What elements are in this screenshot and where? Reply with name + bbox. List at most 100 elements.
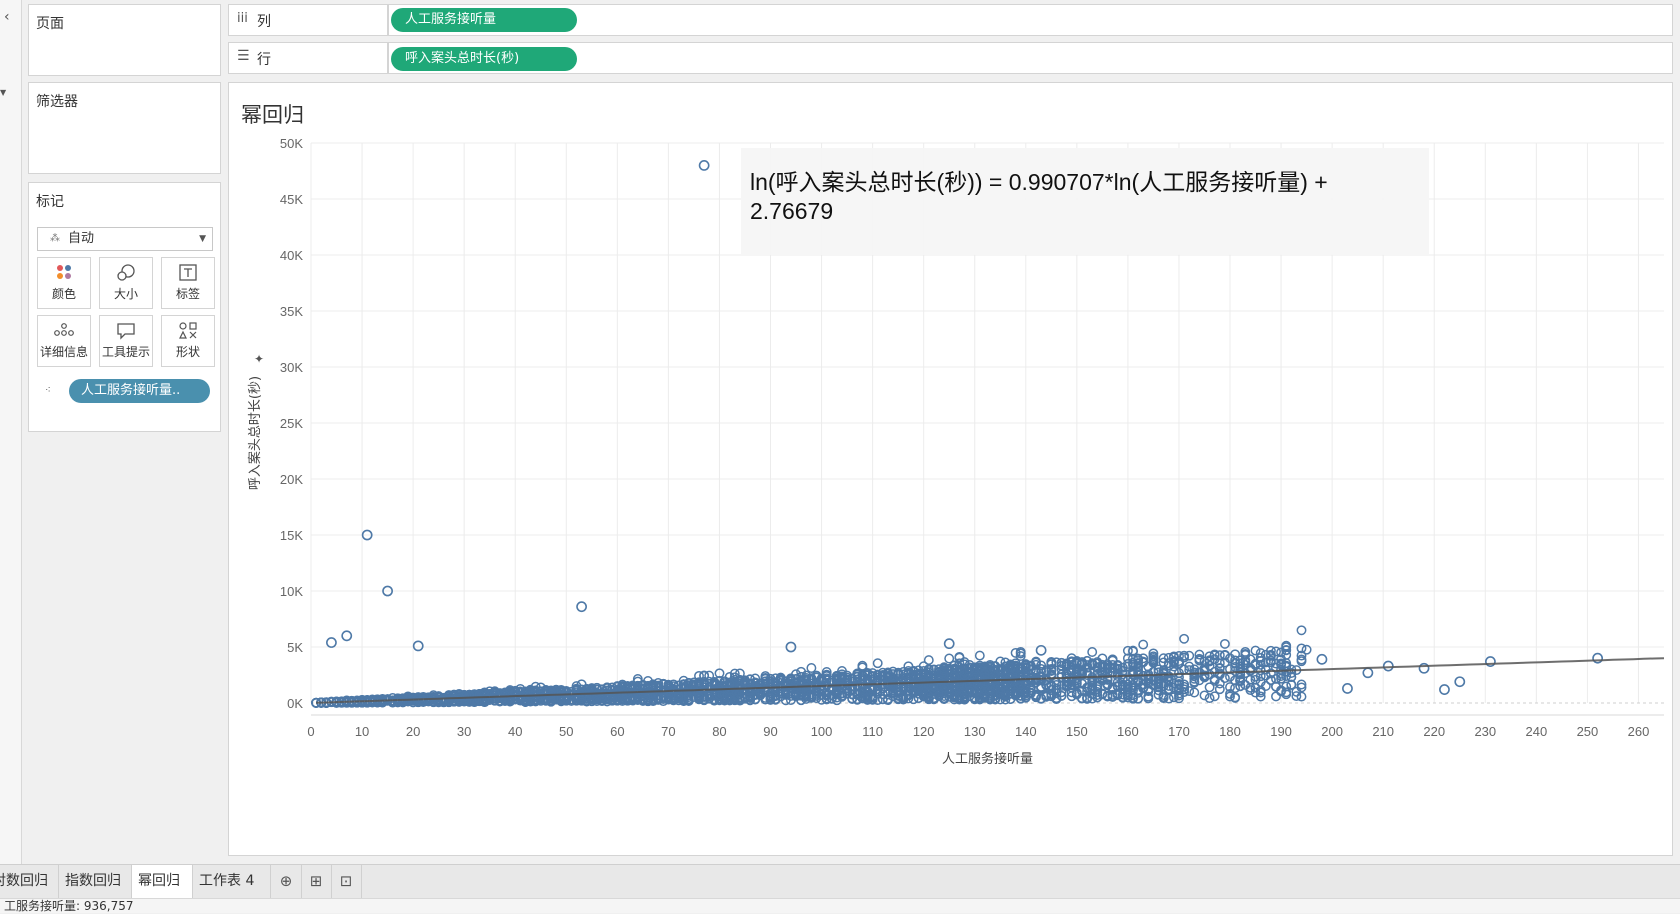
- x-tick-label: 210: [1372, 724, 1394, 739]
- new-dashboard-icon[interactable]: ⊞: [301, 865, 332, 898]
- outlier-point: [1439, 684, 1450, 695]
- x-tick-label: 40: [508, 724, 522, 739]
- tooltip-label: 工具提示: [101, 345, 150, 359]
- label-label: 标签: [175, 287, 200, 301]
- outlier-point: [1382, 660, 1394, 672]
- tab-worksheet-4[interactable]: 工作表 4: [193, 865, 271, 898]
- label-button[interactable]: 标签: [161, 257, 215, 309]
- data-point: [1271, 691, 1281, 702]
- tooltip-bubble-icon: [100, 316, 152, 340]
- color-dots-icon: [38, 258, 90, 282]
- rows-field-pill[interactable]: 呼入案头总时长(秒): [391, 47, 577, 71]
- trend-equation-annotation[interactable]: ln(呼入案头总时长(秒)) = 0.990707*ln(人工服务接听量) + …: [741, 148, 1429, 255]
- x-tick-label: 130: [964, 724, 986, 739]
- data-point: [1138, 639, 1149, 650]
- shapes-icon: [162, 316, 214, 340]
- y-tick-label: 0K: [287, 696, 303, 711]
- tab-power-regression[interactable]: 幂回归: [132, 865, 193, 898]
- x-tick-label: 230: [1474, 724, 1496, 739]
- detail-field-pill[interactable]: 人工服务接听量..: [69, 379, 210, 403]
- filters-card[interactable]: 筛选器: [28, 82, 221, 174]
- x-tick-label: 30: [457, 724, 471, 739]
- outlier-point: [341, 630, 353, 642]
- y-tick-label: 15K: [280, 528, 303, 543]
- detail-field-icon: ⁖: [45, 385, 51, 396]
- outlier-point: [412, 640, 424, 652]
- text-label-icon: [162, 258, 214, 282]
- new-worksheet-icon[interactable]: ⊕: [271, 865, 302, 898]
- rows-icon: ☰: [237, 48, 250, 64]
- y-tick-label: 25K: [280, 416, 303, 431]
- point-cloud: [311, 625, 1312, 708]
- marks-card: 标记 ⁂ 自动 ▼ 颜色 大小 标签 详细信息 工具提示 形状 ⁖ 人工服务接听…: [28, 182, 221, 432]
- y-tick-label: 35K: [280, 304, 303, 319]
- outlier-point: [698, 160, 710, 171]
- data-point: [974, 650, 985, 661]
- x-tick-label: 100: [811, 724, 833, 739]
- detail-button[interactable]: 详细信息: [37, 315, 91, 367]
- status-bar: 工服务接听量: 936,757: [0, 898, 1680, 913]
- auto-mark-icon: ⁂: [50, 233, 60, 244]
- outlier-point: [1362, 667, 1374, 679]
- pages-card[interactable]: 页面: [28, 4, 221, 76]
- tab-log-regression[interactable]: 对数回归: [0, 865, 59, 898]
- y-tick-label: 40K: [280, 248, 303, 263]
- columns-shelf-header: iii 列: [228, 4, 388, 36]
- mark-type-dropdown[interactable]: ⁂ 自动 ▼: [37, 227, 213, 251]
- y-tick-label: 5K: [287, 640, 303, 655]
- shape-label: 形状: [175, 345, 200, 359]
- rows-shelf[interactable]: 呼入案头总时长(秒): [388, 42, 1673, 74]
- collapse-arrow-icon[interactable]: ‹: [4, 8, 18, 26]
- dropdown-triangle-icon[interactable]: ▼: [0, 88, 10, 98]
- x-tick-label: 190: [1270, 724, 1292, 739]
- x-tick-label: 90: [763, 724, 777, 739]
- x-tick-label: 240: [1526, 724, 1548, 739]
- y-tick-label: 45K: [280, 192, 303, 207]
- outlier-point: [1454, 676, 1466, 688]
- data-point: [872, 658, 883, 669]
- detail-label: 详细信息: [39, 345, 88, 359]
- data-point: [923, 655, 934, 666]
- y-tick-label: 50K: [280, 136, 303, 151]
- y-tick-label: 20K: [280, 472, 303, 487]
- new-story-icon[interactable]: ⊡: [331, 865, 362, 898]
- tab-exp-regression[interactable]: 指数回归: [59, 865, 132, 898]
- mark-type-value: 自动: [68, 231, 95, 246]
- shape-button[interactable]: 形状: [161, 315, 215, 367]
- outlier-point: [1316, 653, 1328, 665]
- size-icon: [100, 258, 152, 282]
- worksheet-view: 幂回归 0 10 20 30 40 50 60 70 80 90 100 110 120 130 140 15…: [228, 82, 1673, 856]
- color-button[interactable]: 颜色: [37, 257, 91, 309]
- y-tick-label: 10K: [280, 584, 303, 599]
- data-point: [1087, 647, 1098, 657]
- data-point: [1209, 691, 1220, 702]
- x-tick-label: 250: [1577, 724, 1599, 739]
- tooltip-button[interactable]: 工具提示: [99, 315, 153, 367]
- data-point: [806, 663, 817, 673]
- x-tick-label: 200: [1321, 724, 1343, 739]
- columns-icon: iii: [237, 11, 248, 26]
- x-tick-label: 260: [1628, 724, 1650, 739]
- x-axis-title: 人工服务接听量: [942, 751, 1033, 767]
- chevron-down-icon: ▼: [199, 234, 206, 244]
- x-tick-label: 160: [1117, 724, 1139, 739]
- equation-line-1: ln(呼入案头总时长(秒)) = 0.990707*ln(人工服务接听量) +: [750, 169, 1328, 195]
- outlier-point: [1342, 683, 1353, 694]
- sheet-tab-bar: 对数回归 指数回归 幂回归 工作表 4 ⊕ ⊞ ⊡: [0, 864, 1680, 898]
- columns-shelf[interactable]: 人工服务接听量: [388, 4, 1673, 36]
- x-tick-label: 180: [1219, 724, 1241, 739]
- x-tick-label: 50: [559, 724, 573, 739]
- size-label: 大小: [113, 287, 138, 301]
- y-tick-label: 30K: [280, 360, 303, 375]
- x-tick-label: 220: [1423, 724, 1445, 739]
- columns-field-pill[interactable]: 人工服务接听量: [391, 8, 577, 32]
- y-axis-title: 呼入案头总时长(秒): [248, 376, 263, 490]
- status-text: 工服务接听量: 936,757: [4, 899, 134, 913]
- data-point: [1296, 625, 1307, 636]
- size-button[interactable]: 大小: [99, 257, 153, 309]
- data-point: [1296, 691, 1307, 702]
- x-tick-label: 170: [1168, 724, 1190, 739]
- color-label: 颜色: [51, 287, 76, 301]
- data-point: [1184, 650, 1195, 661]
- x-tick-label: 110: [862, 724, 883, 739]
